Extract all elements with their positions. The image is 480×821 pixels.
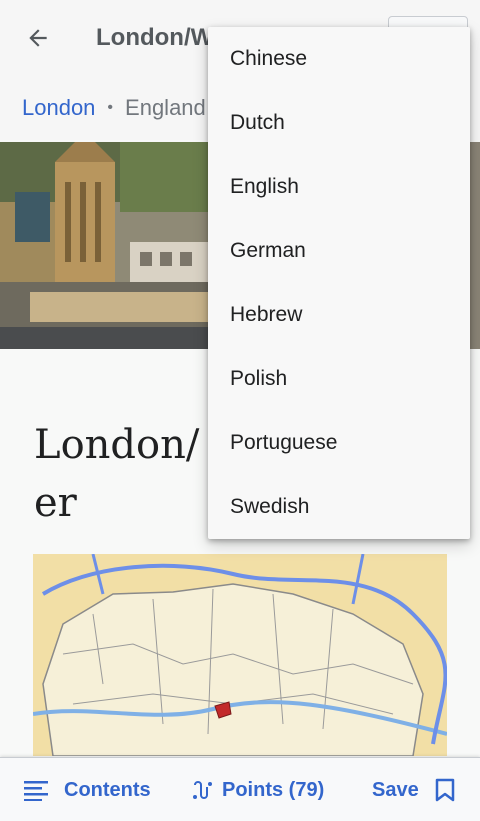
bookmark-icon: [435, 778, 454, 802]
menu-item-hebrew[interactable]: Hebrew: [208, 283, 470, 347]
route-points-icon: [193, 781, 212, 799]
menu-item-english[interactable]: English: [208, 155, 470, 219]
locator-map[interactable]: [33, 554, 447, 756]
breadcrumb-item-england: England: [125, 95, 206, 120]
language-menu: Chinese Dutch English German Hebrew Poli…: [208, 27, 470, 539]
bottom-toolbar: Contents Points (79) Save: [0, 757, 480, 821]
list-icon: [24, 781, 48, 801]
menu-item-portuguese[interactable]: Portuguese: [208, 411, 470, 475]
breadcrumb-separator: •: [107, 99, 114, 116]
menu-item-chinese[interactable]: Chinese: [208, 27, 470, 91]
contents-button[interactable]: Contents: [24, 758, 151, 821]
save-button[interactable]: Save: [372, 758, 455, 821]
menu-item-german[interactable]: German: [208, 219, 470, 283]
menu-item-swedish[interactable]: Swedish: [208, 475, 470, 539]
contents-label: Contents: [64, 778, 151, 801]
page-title: London/W: [96, 24, 214, 51]
arrow-left-icon: [29, 29, 47, 47]
back-button[interactable]: [18, 20, 58, 56]
points-label: Points (79): [222, 778, 325, 801]
menu-item-polish[interactable]: Polish: [208, 347, 470, 411]
save-label: Save: [372, 778, 419, 801]
menu-item-dutch[interactable]: Dutch: [208, 91, 470, 155]
breadcrumb-link-london[interactable]: London: [22, 95, 95, 121]
points-button[interactable]: Points (79): [192, 758, 324, 821]
